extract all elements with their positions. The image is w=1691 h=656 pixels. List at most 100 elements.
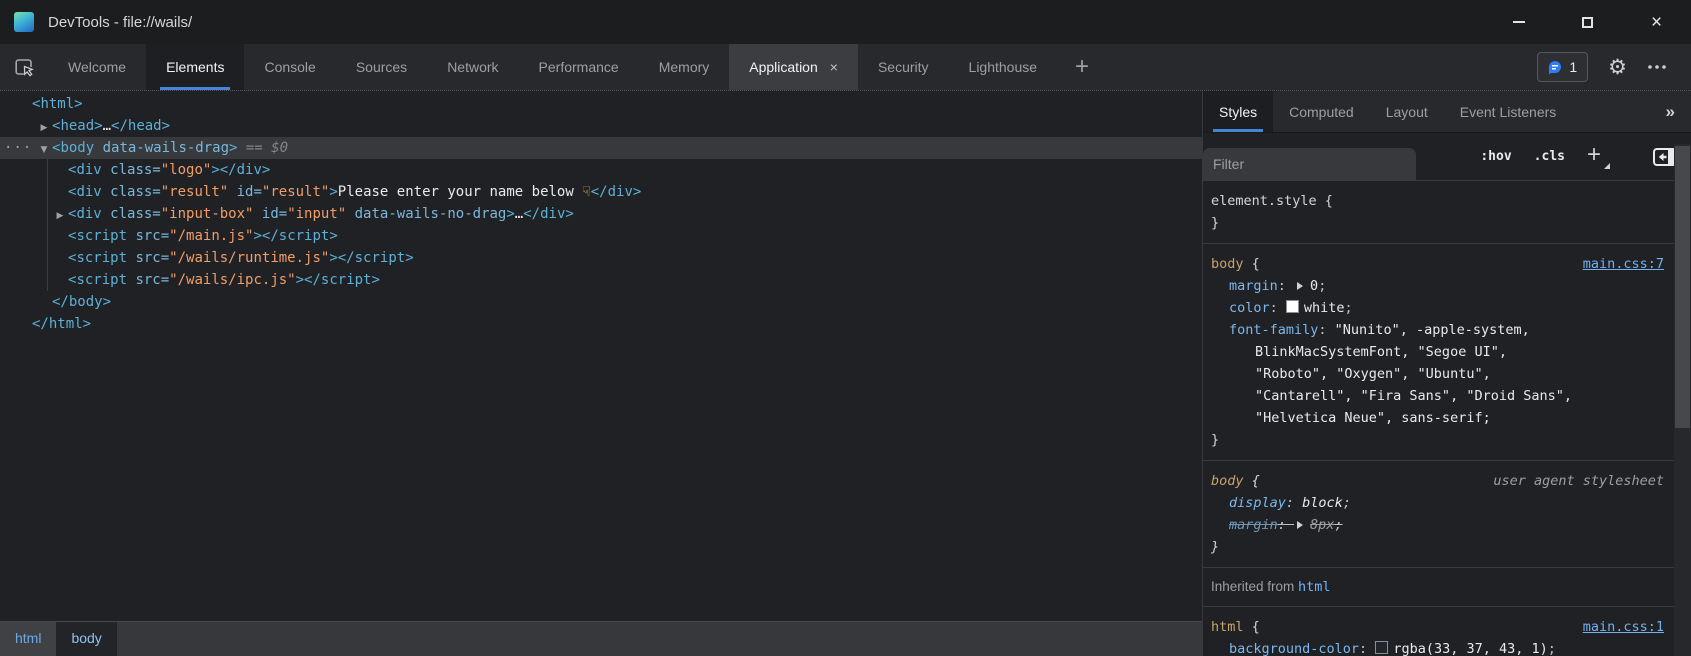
- css-rule-line[interactable]: font-family: "Nunito", -apple-system,: [1203, 319, 1674, 341]
- new-style-rule-button[interactable]: +: [1587, 141, 1601, 169]
- css-token: {: [1244, 473, 1260, 489]
- css-token: {: [1244, 256, 1260, 272]
- tab-application[interactable]: Application×: [729, 44, 858, 90]
- dom-tree-row[interactable]: <script src="/wails/ipc.js"></script>: [0, 269, 1202, 291]
- tab-performance[interactable]: Performance: [519, 44, 639, 90]
- node-menu-dots-icon[interactable]: ···: [4, 137, 32, 159]
- code-token: script: [76, 272, 127, 288]
- styles-sidebar: StylesComputedLayoutEvent Listeners » :ho…: [1202, 91, 1691, 656]
- close-button[interactable]: ×: [1622, 0, 1691, 44]
- dom-tree-row[interactable]: <script src="/wails/runtime.js"></script…: [0, 247, 1202, 269]
- tab-security[interactable]: Security: [858, 44, 949, 90]
- expand-arrow-icon[interactable]: ▶: [36, 117, 52, 139]
- pseudo-state-button[interactable]: :hov: [1480, 149, 1511, 164]
- css-token: :: [1278, 278, 1294, 294]
- css-token: }: [1211, 539, 1219, 555]
- tab-lighthouse[interactable]: Lighthouse: [949, 44, 1058, 90]
- inspect-element-button[interactable]: [0, 44, 48, 90]
- tab-memory[interactable]: Memory: [639, 44, 730, 90]
- expand-value-icon[interactable]: [1297, 521, 1303, 529]
- tab-welcome[interactable]: Welcome: [48, 44, 146, 90]
- sidebar-tab-event-listeners[interactable]: Event Listeners: [1444, 91, 1573, 132]
- css-rule-line[interactable]: "Roboto", "Oxygen", "Ubuntu",: [1203, 363, 1674, 385]
- dom-tree-row[interactable]: </body>: [0, 291, 1202, 313]
- dom-tree-row[interactable]: ▶<div class="input-box" id="input" data-…: [0, 203, 1202, 225]
- inspect-cursor-icon: [12, 55, 36, 79]
- main-content: <html>▶<head>…</head>···▼<body data-wail…: [0, 90, 1691, 656]
- code-token: ></: [253, 228, 278, 244]
- css-rule-line[interactable]: background-color: rgba(33, 37, 43, 1);: [1203, 638, 1674, 656]
- code-token: ></: [329, 250, 354, 266]
- dom-tree-row[interactable]: <script src="/main.js"></script>: [0, 225, 1202, 247]
- code-token: </: [32, 316, 49, 332]
- dom-tree-row[interactable]: </html>: [0, 313, 1202, 335]
- expand-value-icon[interactable]: [1297, 282, 1303, 290]
- devtools-app-icon: [14, 12, 34, 32]
- css-token: body: [1211, 256, 1244, 272]
- sidebar-tab-strip: StylesComputedLayoutEvent Listeners »: [1203, 91, 1691, 133]
- more-options-button[interactable]: [1647, 64, 1667, 70]
- css-rule-line[interactable]: display: block;: [1203, 492, 1674, 514]
- code-token: >: [565, 206, 573, 222]
- dom-tree-row[interactable]: ▶<head>…</head>: [0, 115, 1202, 137]
- tab-sources[interactable]: Sources: [336, 44, 427, 90]
- breadcrumb-body[interactable]: body: [56, 622, 116, 656]
- expand-arrow-icon[interactable]: ▶: [52, 205, 68, 227]
- css-token: ;: [1345, 300, 1353, 316]
- class-toggle-button[interactable]: .cls: [1534, 149, 1565, 164]
- minimize-button[interactable]: [1484, 0, 1553, 44]
- code-token: div: [540, 206, 565, 222]
- sidebar-tab-computed[interactable]: Computed: [1273, 91, 1370, 132]
- maximize-button[interactable]: [1553, 0, 1622, 44]
- css-rule-line[interactable]: Inherited from html: [1203, 576, 1674, 598]
- dom-tree-row[interactable]: ···▼<body data-wails-drag> == $0: [0, 137, 1202, 159]
- css-rule-line[interactable]: BlinkMacSystemFont, "Segoe UI",: [1203, 341, 1674, 363]
- sidebar-tab-styles[interactable]: Styles: [1203, 91, 1273, 132]
- code-token: class=: [102, 184, 161, 200]
- css-rule-line[interactable]: }: [1203, 429, 1674, 451]
- code-token: …: [103, 118, 111, 134]
- tab-elements[interactable]: Elements: [146, 44, 244, 90]
- settings-button[interactable]: ⚙: [1608, 57, 1627, 78]
- stylesheet-link[interactable]: main.css:1: [1583, 616, 1664, 638]
- stylesheet-link[interactable]: main.css:7: [1583, 253, 1664, 275]
- more-tools-button[interactable]: +: [1057, 44, 1107, 90]
- styles-scrollbar[interactable]: [1674, 144, 1691, 656]
- expand-arrow-icon[interactable]: ▼: [36, 139, 52, 161]
- code-token: </: [52, 294, 69, 310]
- code-token: >: [262, 162, 270, 178]
- dom-tree-row[interactable]: <div class="result" id="result">Please e…: [0, 181, 1202, 203]
- breadcrumb-html[interactable]: html: [0, 622, 56, 656]
- stylesheet-origin-note: user agent stylesheet: [1493, 470, 1664, 492]
- issues-counter-button[interactable]: 1: [1537, 52, 1588, 82]
- css-rule-line[interactable]: "Cantarell", "Fira Sans", "Droid Sans",: [1203, 385, 1674, 407]
- more-sidebar-tabs-button[interactable]: »: [1666, 91, 1691, 132]
- styles-filter-row: :hov .cls +: [1203, 133, 1691, 181]
- css-token: ;: [1548, 641, 1556, 656]
- css-rule-line[interactable]: margin: 0;: [1203, 275, 1674, 297]
- tab-console[interactable]: Console: [244, 44, 335, 90]
- scrollbar-thumb[interactable]: [1675, 146, 1690, 428]
- tab-network[interactable]: Network: [427, 44, 518, 90]
- css-rule-line[interactable]: "Helvetica Neue", sans-serif;: [1203, 407, 1674, 429]
- dom-tree-row[interactable]: <div class="logo"></div>: [0, 159, 1202, 181]
- css-rule-line[interactable]: }: [1203, 536, 1674, 558]
- code-token: "input": [287, 206, 346, 222]
- code-token: script: [76, 250, 127, 266]
- css-rule-line[interactable]: margin: 8px;: [1203, 514, 1674, 536]
- sidebar-tab-layout[interactable]: Layout: [1370, 91, 1444, 132]
- dom-tree-row[interactable]: <html>: [0, 93, 1202, 115]
- code-token: </: [111, 118, 128, 134]
- css-rule-line[interactable]: color: white;: [1203, 297, 1674, 319]
- css-rule-line[interactable]: }: [1203, 212, 1674, 234]
- css-rule: element.style {}: [1203, 181, 1674, 244]
- plus-icon: +: [1075, 53, 1089, 81]
- css-rule-line[interactable]: element.style {: [1203, 190, 1674, 212]
- color-swatch[interactable]: [1286, 300, 1299, 313]
- styles-filter-input[interactable]: [1203, 148, 1416, 180]
- color-swatch[interactable]: [1375, 641, 1388, 654]
- close-icon: ×: [1651, 13, 1662, 32]
- code-token: </: [591, 184, 608, 200]
- inherited-node-link[interactable]: html: [1298, 579, 1331, 595]
- tab-close-icon[interactable]: ×: [830, 59, 838, 75]
